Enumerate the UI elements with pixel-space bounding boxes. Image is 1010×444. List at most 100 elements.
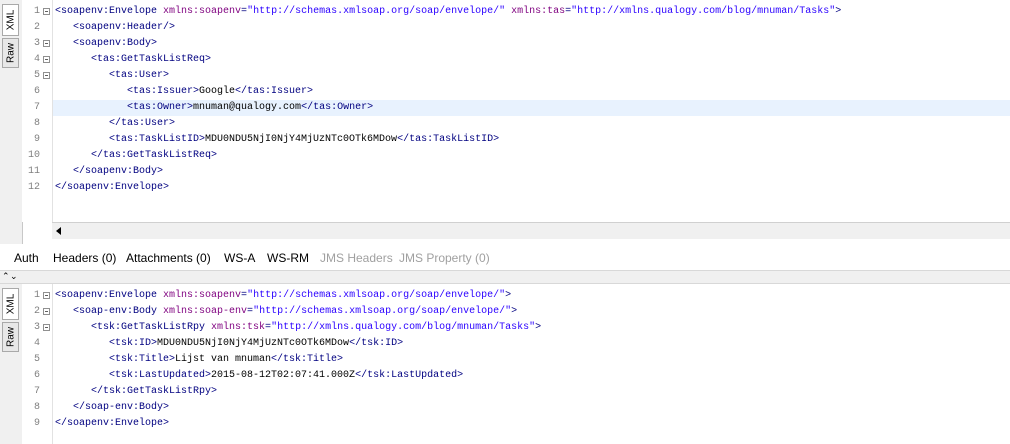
line-number: 3 xyxy=(33,38,40,49)
line-number: 2 xyxy=(33,22,40,33)
fold-toggle-icon[interactable] xyxy=(43,56,50,63)
response-xml-tab-label: XML xyxy=(5,293,16,315)
code-token: </tsk:Title> xyxy=(271,354,344,365)
code-token: <tsk:LastUpdated> xyxy=(55,370,212,381)
code-token: </tas:Issuer> xyxy=(235,86,314,97)
code-token: <tsk:Title> xyxy=(55,354,176,365)
line-number: 2 xyxy=(33,306,40,317)
request-line-gutter: 1 2 3 4 5 6 7 8 9 10 11 12 xyxy=(22,0,53,222)
code-token: "http://schemas.xmlsoap.org/soap/envelop… xyxy=(247,290,506,301)
request-xml-editor[interactable]: <soapenv:Envelope xmlns:soapenv="http://… xyxy=(52,0,1010,222)
code-line: <soap-env:Body xmlns:soap-env="http://sc… xyxy=(55,304,517,320)
line-number: 6 xyxy=(33,86,40,97)
code-token: </tsk:ID> xyxy=(349,338,404,349)
code-line: <tsk:ID>MDU0NDU5NjI0NjY4MjUzNTc0OTk6MDow… xyxy=(55,336,403,352)
line-number: 11 xyxy=(27,166,40,177)
line-number: 9 xyxy=(33,418,40,429)
code-token: <soapenv:Body> xyxy=(55,38,158,49)
code-line: <tsk:LastUpdated>2015-08-12T02:07:41.000… xyxy=(55,368,463,384)
request-editor-pane: XML Raw 1 2 3 4 5 6 7 8 9 10 11 12 <soapenv:Envelop… xyxy=(0,0,1010,244)
code-token: </soapenv:Envelope> xyxy=(55,418,170,429)
line-number: 8 xyxy=(33,118,40,129)
code-token: 2015-08-12T02:07:41.000Z xyxy=(211,370,356,381)
code-token: <tas:TaskListID> xyxy=(55,134,206,145)
options-tab[interactable]: Headers (0) xyxy=(53,251,116,265)
fold-toggle-icon[interactable] xyxy=(43,292,50,299)
options-tab[interactable]: Auth xyxy=(14,251,39,265)
line-number: 1 xyxy=(33,6,40,17)
request-xml-tab[interactable]: XML xyxy=(2,4,19,36)
code-token: > xyxy=(505,290,512,301)
fold-toggle-icon[interactable] xyxy=(43,72,50,79)
code-line: </soapenv:Envelope> xyxy=(55,180,169,196)
response-xml-tab[interactable]: XML xyxy=(2,288,19,320)
code-token: xmlns:soapenv xyxy=(163,290,242,301)
code-token: <soap-env:Body xyxy=(55,306,164,317)
code-token: </tas:Owner> xyxy=(301,102,374,113)
code-token: <tsk:ID> xyxy=(55,338,158,349)
code-token: > xyxy=(835,6,842,17)
code-line: </soapenv:Body> xyxy=(55,164,163,180)
code-line: <soapenv:Envelope xmlns:soapenv="http://… xyxy=(55,4,841,20)
request-horizontal-scrollbar[interactable] xyxy=(52,222,1010,239)
line-number: 5 xyxy=(33,70,40,81)
line-number: 9 xyxy=(33,134,40,145)
code-token: "http://schemas.xmlsoap.org/soap/envelop… xyxy=(247,6,506,17)
code-token: </tas:GetTaskListReq> xyxy=(55,150,218,161)
line-number: 1 xyxy=(33,290,40,301)
code-line: </soap-env:Body> xyxy=(55,400,169,416)
code-line: <tas:Issuer>Google</tas:Issuer> xyxy=(55,84,313,100)
response-xml-viewer[interactable]: <soapenv:Envelope xmlns:soapenv="http://… xyxy=(52,284,1010,444)
code-token: <soapenv:Envelope xyxy=(55,290,164,301)
code-token: </soapenv:Envelope> xyxy=(55,182,170,193)
code-token: "http://xmlns.qualogy.com/blog/mnuman/Ta… xyxy=(571,6,836,17)
options-tab[interactable]: WS-RM xyxy=(267,251,309,265)
options-tab[interactable]: WS-A xyxy=(224,251,255,265)
code-token: </soapenv:Body> xyxy=(55,166,164,177)
expand-up-icon[interactable]: ⌃ xyxy=(2,272,10,281)
code-line: </tas:User> xyxy=(55,116,175,132)
code-line: </soapenv:Envelope> xyxy=(55,416,169,432)
code-token: xmlns:tas xyxy=(511,6,566,17)
code-token: <soapenv:Envelope xyxy=(55,6,164,17)
options-tab[interactable]: JMS Property (0) xyxy=(399,251,490,265)
code-token: xmlns:soap-env xyxy=(163,306,248,317)
collapse-down-icon[interactable]: ⌄ xyxy=(10,272,18,281)
code-token: </tsk:LastUpdated> xyxy=(355,370,464,381)
code-line: </tas:GetTaskListReq> xyxy=(55,148,217,164)
line-number: 7 xyxy=(33,386,40,397)
code-token: MDU0NDU5NjI0NjY4MjUzNTc0OTk6MDow xyxy=(157,338,350,349)
fold-toggle-icon[interactable] xyxy=(43,324,50,331)
fold-toggle-icon[interactable] xyxy=(43,8,50,15)
fold-toggle-icon[interactable] xyxy=(43,40,50,47)
code-token: <tas:GetTaskListReq> xyxy=(55,54,212,65)
line-number: 6 xyxy=(33,370,40,381)
line-number: 3 xyxy=(33,322,40,333)
code-token: Google xyxy=(199,86,236,97)
scroll-left-arrow-icon[interactable] xyxy=(56,227,61,235)
code-token: xmlns:tsk xyxy=(211,322,266,333)
request-raw-tab[interactable]: Raw xyxy=(2,38,19,68)
code-line: </tsk:GetTaskListRpy> xyxy=(55,384,217,400)
response-raw-tab[interactable]: Raw xyxy=(2,322,19,352)
code-token: <tas:User> xyxy=(55,70,170,81)
line-number: 7 xyxy=(33,102,40,113)
code-line: <soapenv:Envelope xmlns:soapenv="http://… xyxy=(55,288,511,304)
response-raw-tab-label: Raw xyxy=(5,326,16,348)
line-number: 5 xyxy=(33,354,40,365)
code-token: "http://schemas.xmlsoap.org/soap/envelop… xyxy=(253,306,512,317)
code-token: </tsk:GetTaskListRpy> xyxy=(55,386,218,397)
code-token: <soapenv:Header/> xyxy=(55,22,176,33)
pane-splitter[interactable]: ⌃ ⌄ xyxy=(0,270,1010,284)
fold-toggle-icon[interactable] xyxy=(43,308,50,315)
code-line: <tas:User> xyxy=(55,68,169,84)
code-token: "http://xmlns.qualogy.com/blog/mnuman/Ta… xyxy=(271,322,536,333)
options-tab[interactable]: Attachments (0) xyxy=(126,251,211,265)
code-line: <tas:Owner>mnuman@qualogy.com</tas:Owner… xyxy=(55,100,373,116)
code-token: <tas:Issuer> xyxy=(55,86,200,97)
code-token: MDU0NDU5NjI0NjY4MjUzNTc0OTk6MDow xyxy=(205,134,398,145)
line-number: 4 xyxy=(33,338,40,349)
code-line: <soapenv:Body> xyxy=(55,36,157,52)
request-view-tabs: XML Raw xyxy=(0,0,23,244)
options-tab[interactable]: JMS Headers xyxy=(320,251,393,265)
